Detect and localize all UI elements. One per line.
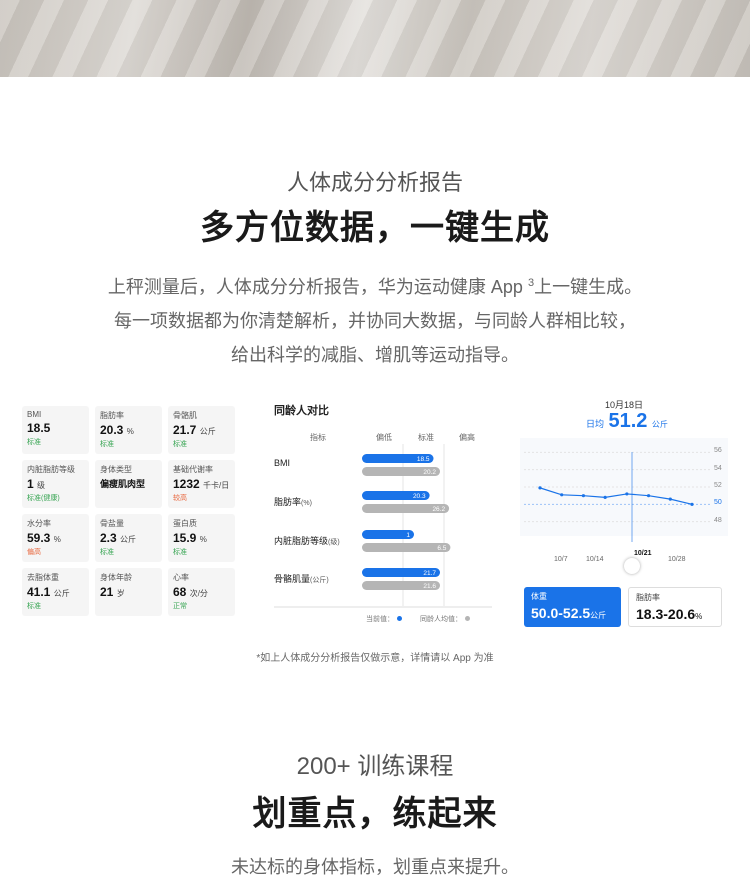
metric-value: 41.1 公斤 bbox=[27, 585, 70, 599]
metric-card[interactable]: 身体年龄 21 岁 bbox=[95, 568, 162, 616]
bar-value-label: 21.7 bbox=[423, 570, 436, 577]
metric-card[interactable]: 身体类型 偏瘦肌肉型 bbox=[95, 460, 162, 508]
metric-card[interactable]: 骨骼肌 21.7 公斤标准 bbox=[168, 406, 235, 454]
metric-label: 蛋白质 bbox=[173, 519, 197, 528]
metric-label: 身体年龄 bbox=[100, 573, 132, 582]
metric-card[interactable]: 脂肪率 20.3 % 标准 bbox=[95, 406, 162, 454]
trend-point bbox=[538, 486, 542, 490]
metric-value: 20.3 % bbox=[100, 423, 134, 437]
metric-value: 59.3 % bbox=[27, 531, 61, 545]
metric-status: 标准 bbox=[173, 549, 187, 556]
metric-label: 心率 bbox=[173, 573, 189, 582]
metric-status: 正常 bbox=[173, 603, 187, 610]
legend-current-dot bbox=[397, 616, 402, 621]
metric-label: 基础代谢率 bbox=[173, 465, 213, 474]
metric-status: 标准 bbox=[100, 549, 114, 556]
bar-value-label: 20.2 bbox=[423, 469, 436, 476]
trend-x-tick: 10/21 bbox=[634, 550, 652, 557]
trend-x-tick: 10/28 bbox=[668, 556, 686, 563]
metric-card[interactable]: 去脂体重 41.1 公斤标准 bbox=[22, 568, 89, 616]
trend-point bbox=[690, 502, 694, 506]
metric-card[interactable]: 蛋白质 15.9 % 标准 bbox=[168, 514, 235, 562]
trend-point bbox=[646, 494, 651, 498]
trend-y-tick: 48 bbox=[714, 516, 722, 524]
metric-label: 骨骼肌 bbox=[173, 411, 197, 420]
metric-label: 去脂体重 bbox=[27, 573, 59, 582]
section-description: 上秤测量后，人体成分分析报告，华为运动健康 App 3上一键生成。 每一项数据都… bbox=[0, 266, 750, 372]
bar-value-label: 1 bbox=[406, 532, 410, 539]
peer-comparison-card: 同龄人对比 指标 偏低 标准 偏高 18.5 20.2 20.3 26.2 1 6.5 21… bbox=[262, 396, 502, 628]
section-title: 多方位数据，一键生成 bbox=[200, 209, 550, 247]
trend-x-tick: 10/7 bbox=[554, 556, 568, 563]
metric-value: 偏瘦肌肉型 bbox=[100, 479, 146, 489]
compare-row-label: BMI bbox=[274, 458, 291, 468]
metric-status: 标准(健康) bbox=[27, 495, 60, 502]
weight-range-card[interactable]: 体重 50.0-52.5公斤 bbox=[524, 587, 621, 627]
compare-row-label: 内脏脂肪等级(级) bbox=[274, 536, 340, 546]
metric-label: 身体类型 bbox=[100, 465, 132, 474]
trend-x-tick: 10/14 bbox=[586, 556, 604, 563]
compare-row-label: 骨骼肌量(公斤) bbox=[274, 574, 329, 584]
metric-label: BMI bbox=[27, 410, 42, 419]
trend-y-tick: 50 bbox=[714, 499, 722, 507]
trend-point bbox=[668, 497, 672, 501]
metric-value: 1232 千卡/日 bbox=[173, 477, 230, 491]
metric-card[interactable]: 基础代谢率 1232 千卡/日较高 bbox=[168, 460, 235, 508]
trend-point bbox=[581, 494, 586, 498]
metric-value: 1 级 bbox=[27, 477, 46, 491]
metric-value: 2.3 公斤 bbox=[100, 531, 137, 545]
compare-row-label: 脂肪率(%) bbox=[274, 497, 312, 507]
metric-card[interactable]: 骨盐量 2.3 公斤标准 bbox=[95, 514, 162, 562]
metric-card[interactable]: BMI 18.5 标准 bbox=[22, 406, 89, 454]
section2-subtitle: 200+ 训练课程 bbox=[296, 753, 454, 780]
legend-peer-dot bbox=[465, 616, 470, 621]
metric-status: 偏高 bbox=[27, 549, 41, 556]
metric-label: 内脏脂肪等级 bbox=[27, 465, 75, 474]
desc-line-3: 给出科学的减脂、增肌等运动指导。 bbox=[231, 345, 519, 365]
metric-card[interactable]: 内脏脂肪等级 1 级标准(健康) bbox=[22, 460, 89, 508]
section-subtitle: 人体成分分析报告 bbox=[286, 170, 463, 195]
bar-value-label: 21.6 bbox=[423, 583, 436, 590]
metric-card[interactable]: 水分率 59.3 % 偏高 bbox=[22, 514, 89, 562]
bar-value-label: 26.2 bbox=[432, 506, 445, 513]
metric-card[interactable]: 心率 68 次/分正常 bbox=[168, 568, 235, 616]
metric-value: 15.9 % bbox=[173, 531, 207, 545]
section2-description: 未达标的身体指标，划重点来提升。 bbox=[231, 857, 519, 877]
legend-peer: 同龄人均值： bbox=[420, 614, 470, 624]
metric-status: 标准 bbox=[27, 439, 41, 446]
trend-slider-knob[interactable] bbox=[624, 558, 640, 574]
compare-chart: 18.5 20.2 20.3 26.2 1 6.5 21.7 21.6 bbox=[274, 444, 492, 608]
weight-trend-card: 10月18日 日均 51.2 公斤 56 54 52 50 48 10/7 10/14 10/… bbox=[520, 392, 728, 632]
trend-y-tick: 52 bbox=[714, 482, 722, 489]
metric-value: 21 岁 bbox=[100, 585, 125, 599]
bar-value-label: 6.5 bbox=[437, 545, 446, 552]
metric-status: 标准 bbox=[27, 603, 41, 610]
bar-value-label: 20.3 bbox=[413, 493, 426, 500]
section2-title: 划重点，练起来 bbox=[252, 795, 498, 833]
metric-status: 标准 bbox=[100, 441, 114, 448]
bar-value-label: 18.5 bbox=[417, 456, 430, 463]
metric-value: 68 次/分 bbox=[173, 585, 208, 599]
disclaimer: *如上人体成分分析报告仅做示意，详情请以 App 为准 bbox=[256, 653, 494, 664]
metric-value: 18.5 bbox=[27, 421, 51, 435]
trend-point bbox=[603, 495, 607, 499]
desc-line-1: 上秤测量后，人体成分分析报告，华为运动健康 App 3上一键生成。 bbox=[107, 277, 643, 297]
desc-line-2: 每一项数据都为你清楚解析，并协同大数据，与同龄人群相比较， bbox=[114, 311, 636, 331]
metric-label: 脂肪率 bbox=[100, 411, 124, 420]
hero-image bbox=[0, 0, 750, 77]
fat-range-card[interactable]: 脂肪率 18.3-20.6% bbox=[628, 587, 722, 627]
metric-label: 水分率 bbox=[27, 519, 51, 528]
metric-status: 标准 bbox=[173, 441, 187, 448]
metric-label: 骨盐量 bbox=[100, 519, 124, 528]
trend-y-tick: 54 bbox=[714, 464, 722, 472]
metric-status: 较高 bbox=[173, 495, 187, 502]
trend-y-tick: 56 bbox=[714, 447, 722, 455]
trend-point bbox=[625, 492, 629, 496]
metric-value: 21.7 公斤 bbox=[173, 423, 216, 437]
trend-point bbox=[560, 493, 564, 497]
legend-current: 当前值： bbox=[366, 614, 402, 624]
